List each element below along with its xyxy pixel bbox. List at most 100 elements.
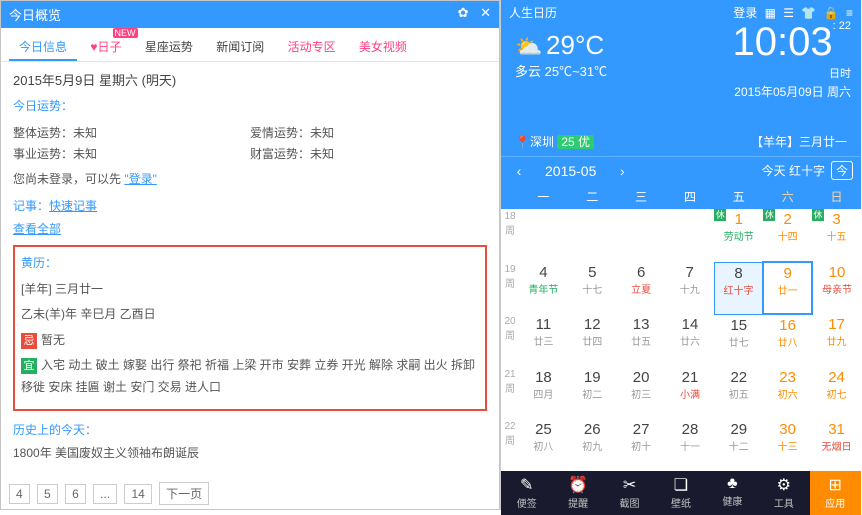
- gear-icon[interactable]: ✿: [458, 5, 469, 20]
- month-label[interactable]: 2015-05: [529, 163, 612, 179]
- holiday-badge: 休: [812, 209, 824, 221]
- day-cell[interactable]: 26初九: [568, 419, 617, 471]
- day-cell[interactable]: 11廿三: [519, 314, 568, 367]
- login-link[interactable]: "登录": [124, 172, 157, 186]
- toolbar-item[interactable]: ❏壁纸: [655, 471, 706, 515]
- toolbar-item[interactable]: ⚙工具: [758, 471, 809, 515]
- weekday-header: 一: [519, 184, 568, 209]
- weather[interactable]: ⛅ 29°C 多云 25℃~31℃: [515, 30, 607, 80]
- page-btn[interactable]: ...: [93, 484, 117, 504]
- toolbar-item[interactable]: ⊞应用: [810, 471, 861, 515]
- day-cell[interactable]: 10母亲节: [812, 262, 861, 314]
- page-btn[interactable]: 6: [65, 484, 86, 504]
- login-prompt: 您尚未登录，可以先 "登录": [13, 170, 487, 187]
- calendar: 一二三四五六日 18周休1劳动节休2十四休3十五19周4青年节5十七6立夏7十九…: [501, 184, 861, 471]
- holiday-badge: 休: [714, 209, 726, 221]
- weekday-header: 二: [568, 184, 617, 209]
- day-cell[interactable]: 5十七: [568, 262, 617, 314]
- day-cell[interactable]: 27初十: [617, 419, 666, 471]
- ji-tag: 忌: [21, 333, 37, 349]
- day-cell[interactable]: 23初六: [763, 367, 812, 419]
- quick-note-link[interactable]: 快速记事: [49, 199, 97, 213]
- page-btn[interactable]: 4: [9, 484, 30, 504]
- day-cell[interactable]: 19初二: [568, 367, 617, 419]
- day-cell[interactable]: 9廿一: [763, 262, 812, 314]
- day-cell[interactable]: 休2十四: [763, 209, 812, 262]
- shirt-icon[interactable]: 👕: [801, 6, 816, 20]
- skin-icon[interactable]: ▦: [765, 6, 776, 20]
- week-number: 20周: [501, 314, 519, 367]
- top-icons: 登录 ▦ ☰ 👕 🔒 ≡: [729, 4, 853, 21]
- view-all-link[interactable]: 查看全部: [13, 222, 61, 236]
- tab-days[interactable]: ♥日子NEW: [80, 34, 131, 59]
- lunar-year: 【羊年】三月廿一: [751, 133, 847, 150]
- day-cell-empty: [666, 209, 715, 262]
- fortune-row: 爱情运势：未知: [250, 124, 487, 141]
- login-btn[interactable]: 登录: [733, 6, 757, 20]
- tab-news[interactable]: 新闻订阅: [206, 34, 274, 59]
- msg-icon[interactable]: ☰: [783, 6, 794, 20]
- toolbar-item[interactable]: ✂截图: [604, 471, 655, 515]
- month-bar: ‹ 2015-05 › 今天 红十字今: [501, 156, 861, 184]
- page-btn[interactable]: 5: [37, 484, 58, 504]
- day-cell[interactable]: 15廿七: [714, 314, 763, 367]
- tab-activity[interactable]: 活动专区: [278, 34, 346, 59]
- clock: 10:03: 22日时 2015年05月09日 周六: [733, 20, 851, 100]
- clock-time: 10:03: [733, 20, 833, 64]
- day-cell[interactable]: 4青年节: [519, 262, 568, 314]
- weekday-header: 五: [714, 184, 763, 209]
- prev-month[interactable]: ‹: [509, 163, 529, 179]
- history-title: 历史上的今天：: [13, 421, 487, 438]
- day-cell[interactable]: 25初八: [519, 419, 568, 471]
- toolbar-item[interactable]: ♣健康: [707, 471, 758, 515]
- tab-horoscope[interactable]: 星座运势: [135, 34, 203, 59]
- next-month[interactable]: ›: [612, 163, 632, 179]
- toolbar-item[interactable]: ⏰提醒: [552, 471, 603, 515]
- holiday-badge: 休: [763, 209, 775, 221]
- close-icon[interactable]: ✕: [480, 5, 491, 20]
- location[interactable]: 📍深圳 25 优: [515, 133, 594, 150]
- history-item: 1800年 美国废奴主义领袖布朗诞辰: [13, 444, 487, 458]
- day-cell[interactable]: 休3十五: [812, 209, 861, 262]
- page-next[interactable]: 下一页: [159, 482, 209, 505]
- day-cell[interactable]: 21小满: [666, 367, 715, 419]
- day-cell[interactable]: 16廿八: [763, 314, 812, 367]
- almanac-box: 黄历： [羊年] 三月廿一 乙未(羊)年 辛巳月 乙酉日 忌暂无 宜入宅 动土 …: [13, 245, 487, 411]
- day-cell[interactable]: 13廿五: [617, 314, 666, 367]
- day-cell[interactable]: 24初七: [812, 367, 861, 419]
- day-cell[interactable]: 31无烟日: [812, 419, 861, 471]
- day-cell[interactable]: 20初三: [617, 367, 666, 419]
- left-header: 今日概览 ✿ ✕: [1, 1, 499, 28]
- almanac-year: [羊年] 三月廿一: [21, 279, 479, 301]
- almanac-gz: 乙未(羊)年 辛巳月 乙酉日: [21, 304, 479, 326]
- day-cell[interactable]: 29十二: [714, 419, 763, 471]
- day-cell[interactable]: 18四月: [519, 367, 568, 419]
- app-title: 人生日历: [509, 4, 557, 21]
- fortune-row: 财富运势：未知: [250, 145, 487, 162]
- day-cell[interactable]: 7十九: [666, 262, 715, 314]
- tab-today-info[interactable]: 今日信息: [9, 34, 77, 61]
- day-cell[interactable]: 28十一: [666, 419, 715, 471]
- temp: 29°C: [546, 30, 604, 60]
- page-btn[interactable]: 14: [124, 484, 151, 504]
- day-cell[interactable]: 30十三: [763, 419, 812, 471]
- yi-tag: 宜: [21, 358, 37, 374]
- day-cell[interactable]: 休1劳动节: [714, 209, 763, 262]
- week-number: 19周: [501, 262, 519, 314]
- clock-date: 2015年05月09日 周六: [733, 83, 851, 100]
- day-cell[interactable]: 17廿九: [812, 314, 861, 367]
- lock-icon[interactable]: 🔒: [824, 6, 839, 20]
- day-cell-empty: [568, 209, 617, 262]
- toolbar-item[interactable]: ✎便签: [501, 471, 552, 515]
- day-cell[interactable]: 8红十字: [714, 262, 763, 314]
- pager: 4 5 6 ... 14 下一页: [9, 482, 213, 505]
- day-cell[interactable]: 6立夏: [617, 262, 666, 314]
- menu-icon[interactable]: ≡: [846, 6, 853, 20]
- fortune-title: 今日运势：: [13, 97, 487, 114]
- day-cell[interactable]: 14廿六: [666, 314, 715, 367]
- day-cell[interactable]: 22初五: [714, 367, 763, 419]
- day-cell[interactable]: 12廿四: [568, 314, 617, 367]
- tab-video[interactable]: 美女视频: [349, 34, 417, 59]
- today-button[interactable]: 今: [831, 161, 853, 180]
- almanac-ji: 忌暂无: [21, 330, 479, 352]
